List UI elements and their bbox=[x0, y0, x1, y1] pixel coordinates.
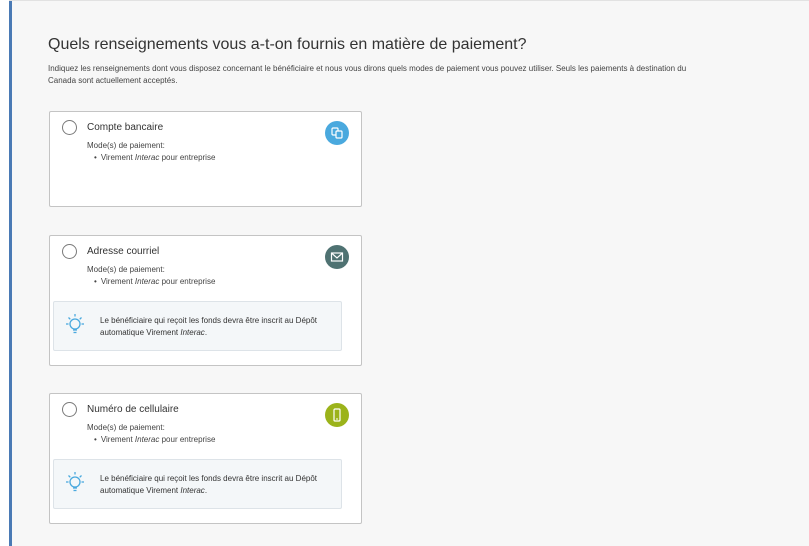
payment-mode-item: • Virement Interac pour entreprise bbox=[94, 277, 216, 286]
payment-mode-item: • Virement Interac pour entreprise bbox=[94, 435, 216, 444]
payment-mode-label: Mode(s) de paiement: bbox=[87, 423, 165, 432]
option-card-bank-account[interactable]: Compte bancaire Mode(s) de paiement: • Vi… bbox=[49, 111, 362, 207]
radio-mobile[interactable] bbox=[62, 402, 77, 417]
payment-mode-label: Mode(s) de paiement: bbox=[87, 141, 165, 150]
page-title: Quels renseignements vous a-t-on fournis… bbox=[48, 36, 527, 53]
option-card-mobile[interactable]: Numéro de cellulaire Mode(s) de paiement… bbox=[49, 393, 362, 524]
info-notice: Le bénéficiaire qui reçoit les fonds dev… bbox=[53, 459, 342, 509]
mobile-phone-icon bbox=[325, 403, 349, 427]
page-description: Indiquez les renseignements dont vous di… bbox=[48, 64, 687, 85]
lightbulb-icon bbox=[66, 314, 84, 334]
option-title: Adresse courriel bbox=[87, 246, 160, 257]
bank-icon bbox=[325, 121, 349, 145]
option-title: Numéro de cellulaire bbox=[87, 404, 179, 415]
option-card-email[interactable]: Adresse courriel Mode(s) de paiement: • V… bbox=[49, 235, 362, 366]
radio-email[interactable] bbox=[62, 244, 77, 259]
envelope-icon bbox=[325, 245, 349, 269]
info-notice: Le bénéficiaire qui reçoit les fonds dev… bbox=[53, 301, 342, 351]
info-text: Le bénéficiaire qui reçoit les fonds dev… bbox=[100, 474, 318, 495]
option-title: Compte bancaire bbox=[87, 122, 164, 133]
radio-bank-account[interactable] bbox=[62, 120, 77, 135]
payment-info-panel: Quels renseignements vous a-t-on fournis… bbox=[12, 1, 809, 546]
info-text: Le bénéficiaire qui reçoit les fonds dev… bbox=[100, 316, 318, 337]
payment-mode-item: • Virement Interac pour entreprise bbox=[94, 153, 216, 162]
payment-mode-label: Mode(s) de paiement: bbox=[87, 265, 165, 274]
lightbulb-icon bbox=[66, 472, 84, 492]
left-margin bbox=[0, 0, 9, 546]
